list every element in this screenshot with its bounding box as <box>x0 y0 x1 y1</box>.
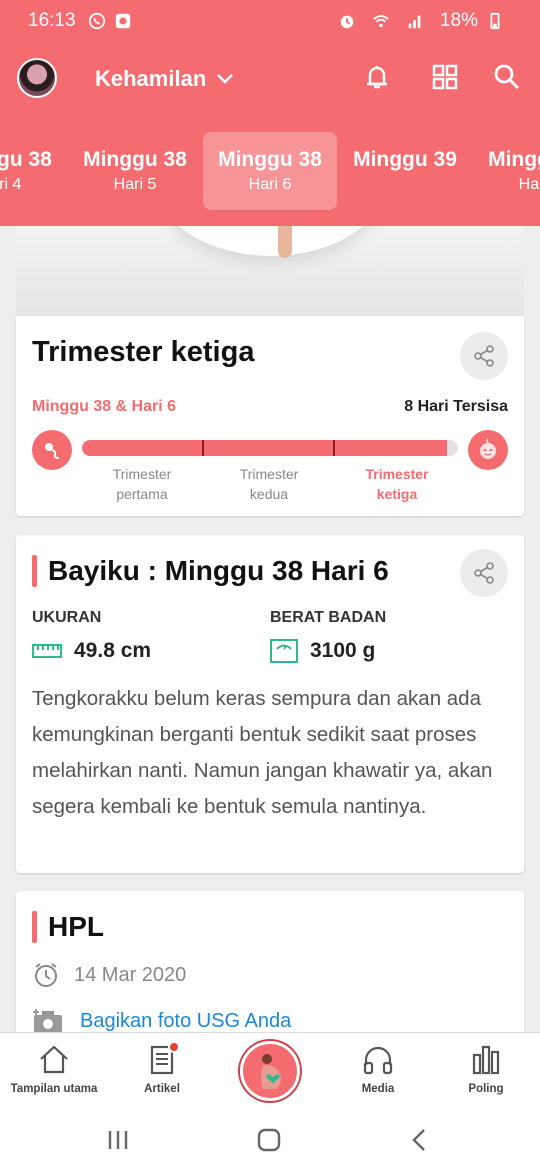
hpl-card: HPL 14 Mar 2020 Bagikan foto USG Anda <box>16 891 524 1032</box>
whatsapp-icon <box>88 12 105 30</box>
hpl-title: HPL <box>48 911 104 942</box>
nav-poll[interactable]: Poling <box>432 1043 540 1095</box>
home-button-icon[interactable] <box>255 1126 283 1154</box>
size-stat: 49.8 cm <box>32 639 151 663</box>
bar-chart-icon <box>472 1045 500 1075</box>
size-value: 49.8 cm <box>74 639 152 662</box>
tab-week-38-day-4[interactable]: Minggu 38 Hari 4 <box>0 132 67 210</box>
status-time: 16:13 <box>28 10 76 31</box>
trimester-label-second: Trimester kedua <box>239 466 299 502</box>
accent-bar <box>32 555 37 587</box>
week-tabs: Minggu 38 Hari 4 Minggu 38 Hari 5 Minggu… <box>0 118 540 226</box>
home-icon <box>40 1045 68 1074</box>
back-icon[interactable] <box>406 1126 434 1154</box>
trimester-share-button[interactable] <box>460 332 508 380</box>
ruler-icon <box>32 644 62 658</box>
share-usg-link[interactable]: Bagikan foto USG Anda <box>32 1007 291 1032</box>
battery-percent: 18% <box>439 10 478 31</box>
trimester-progress-fill <box>82 440 447 456</box>
headphones-icon <box>363 1046 393 1075</box>
camera-add-icon <box>33 1009 62 1032</box>
bottom-nav: Tampilan utama Artikel Media Poling <box>0 1032 540 1108</box>
due-date: 14 Mar 2020 <box>32 961 186 989</box>
days-remaining: 8 Hari Tersisa <box>404 398 508 415</box>
baby-share-button[interactable] <box>460 549 508 597</box>
recent-apps-icon[interactable] <box>104 1126 132 1154</box>
app-header: Kehamilan <box>0 42 540 118</box>
notification-badge <box>168 1041 180 1053</box>
usg-link-label: Bagikan foto USG Anda <box>80 1009 292 1032</box>
search-icon[interactable] <box>492 62 522 92</box>
content-scroll[interactable]: Trimester ketiga Minggu 38 & Hari 6 8 Ha… <box>0 226 540 1032</box>
baby-title: Bayiku : Minggu 38 Hari 6 <box>48 555 389 586</box>
tab-week-38-day-5[interactable]: Minggu 38 Hari 5 <box>68 132 202 210</box>
header-title: Kehamilan <box>95 66 207 91</box>
pregnant-mother-icon <box>261 1054 281 1089</box>
progress-tick <box>333 440 335 456</box>
tab-week-38-day-6[interactable]: Minggu 38 Hari 6 <box>203 132 337 210</box>
bell-icon[interactable] <box>362 62 392 92</box>
tab-week-39-day-1[interactable]: Minggu 39 Hari 1 <box>473 132 540 210</box>
trimester-progress <box>82 440 458 456</box>
signal-icon <box>408 15 421 29</box>
current-week-day: Minggu 38 & Hari 6 <box>32 398 177 415</box>
nav-articles[interactable]: Artikel <box>108 1041 216 1095</box>
pregnancy-dropdown[interactable]: Kehamilan <box>95 66 234 92</box>
accent-bar <box>32 911 37 943</box>
share-icon <box>474 345 494 367</box>
baby-description: Tengkorakku belum keras sempura dan akan… <box>32 687 493 818</box>
belly-shape <box>156 226 386 256</box>
chevron-down-icon <box>217 74 234 84</box>
wifi-icon <box>373 15 389 28</box>
weight-value: 3100 g <box>310 639 376 662</box>
baby-face-icon <box>468 430 508 470</box>
baby-illustration <box>16 226 524 316</box>
status-bar: 16:13 18% <box>0 0 540 42</box>
system-nav-bar <box>0 1108 540 1170</box>
scale-icon <box>270 639 298 663</box>
due-date-value: 14 Mar 2020 <box>74 963 187 986</box>
progress-tick <box>202 440 204 456</box>
nav-media[interactable]: Media <box>324 1043 432 1095</box>
grid-menu-icon[interactable] <box>430 62 460 92</box>
trimester-title: Trimester ketiga <box>32 336 255 368</box>
weight-stat: 3100 g <box>270 639 375 663</box>
trimester-label-first: Trimester pertama <box>112 466 172 502</box>
trimester-label-third: Trimester ketiga <box>365 466 429 502</box>
baby-card: Bayiku : Minggu 38 Hari 6 UKURAN 49.8 cm… <box>16 535 524 873</box>
app-notification-icon <box>115 13 130 29</box>
pregnancy-fab-button[interactable] <box>240 1041 300 1101</box>
size-label: UKURAN <box>32 609 102 626</box>
avatar[interactable] <box>17 58 57 98</box>
trimester-card: Trimester ketiga Minggu 38 & Hari 6 8 Ha… <box>16 316 524 516</box>
baby-foot <box>278 226 292 258</box>
sperm-icon <box>32 430 72 470</box>
tab-week-39[interactable]: Minggu 39 <box>338 132 472 210</box>
share-icon <box>474 562 494 584</box>
alarm-icon <box>340 15 354 29</box>
alarm-clock-icon <box>35 963 57 987</box>
weight-label: BERAT BADAN <box>270 609 387 626</box>
battery-icon <box>490 12 500 30</box>
nav-home[interactable]: Tampilan utama <box>0 1043 108 1095</box>
